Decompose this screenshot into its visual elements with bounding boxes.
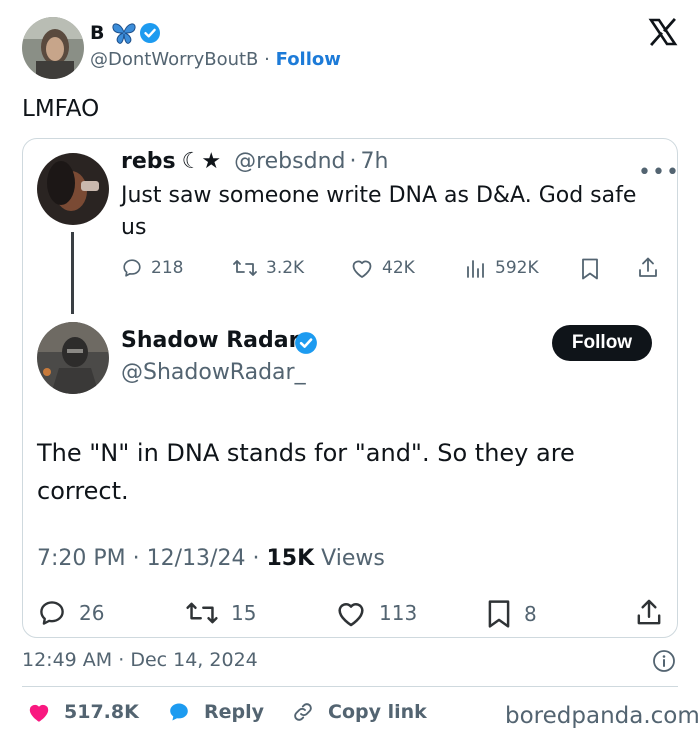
post-author-handle[interactable]: @ShadowRadar_ <box>121 360 306 385</box>
reply-separator: · <box>349 149 357 174</box>
comment-icon <box>123 259 141 277</box>
reply-replies-action[interactable]: 218 <box>121 257 183 279</box>
post-meta-separator: · <box>252 546 260 571</box>
reply-author-handle[interactable]: @rebsdnd <box>234 149 345 174</box>
reply-replies-count: 218 <box>151 258 184 278</box>
copy-link-action[interactable]: Copy link <box>290 700 427 724</box>
reply-label: Reply <box>204 701 265 723</box>
x-logo-icon[interactable] <box>648 17 678 47</box>
post-meta-line: 7:20 PM · 12/13/24 · 15K Views <box>37 546 385 571</box>
post-reposts-count: 15 <box>231 601 257 625</box>
reply-author-name-glyphs: ☾★ <box>181 149 222 174</box>
post-meta-separator: · <box>132 546 140 571</box>
heart-filled-icon <box>29 704 49 722</box>
reply-likes-action[interactable]: 42K <box>350 257 415 279</box>
tweet-date: Dec 14, 2024 <box>130 649 258 671</box>
reply-reposts-action[interactable]: 3.2K <box>232 257 304 279</box>
follow-button[interactable]: Follow <box>552 325 652 361</box>
copy-link-label: Copy link <box>328 701 427 723</box>
reply-share-action[interactable] <box>637 256 667 280</box>
thread-connector-line <box>71 232 74 314</box>
repost-icon <box>233 260 257 276</box>
author-handle[interactable]: @DontWorryBoutB <box>90 49 258 70</box>
reply-author-name[interactable]: rebs <box>121 149 176 174</box>
reply-action[interactable]: Reply <box>166 700 264 724</box>
post-bookmarks-count: 8 <box>524 602 537 626</box>
bookmark-icon <box>582 258 598 280</box>
watermark: boredpanda.com <box>505 703 700 729</box>
heart-icon <box>352 260 372 278</box>
info-icon[interactable] <box>652 649 676 673</box>
post-date[interactable]: 12/13/24 <box>147 546 246 571</box>
tweet-time: 12:49 AM <box>22 649 113 671</box>
heart-icon <box>338 603 364 627</box>
author-handle-line: @DontWorryBoutB · Follow <box>90 49 341 70</box>
post-views-count: 15K <box>266 546 315 571</box>
reply-views-action[interactable]: 592K <box>465 257 539 279</box>
post-views-label: Views <box>321 546 385 571</box>
like-action[interactable]: 517.8K <box>26 700 139 724</box>
tweet-time-separator: · <box>118 649 125 671</box>
divider <box>22 686 678 687</box>
bookmark-icon <box>488 600 510 628</box>
follow-link[interactable]: Follow <box>276 49 341 70</box>
post-text: The "N" in DNA stands for "and". So they… <box>37 439 575 505</box>
reply-bubble-icon <box>170 703 188 721</box>
post-likes-action[interactable]: 113 <box>335 598 417 628</box>
reply-likes-count: 42K <box>382 258 415 278</box>
reply-time[interactable]: 7h <box>360 149 388 174</box>
reply-author-avatar[interactable] <box>37 153 109 225</box>
post-bookmark-action[interactable]: 8 <box>486 598 537 630</box>
share-icon <box>639 257 657 277</box>
tweet-timestamp[interactable]: 12:49 AM · Dec 14, 2024 <box>22 649 258 671</box>
verified-badge-icon <box>294 331 318 355</box>
post-author-name[interactable]: Shadow Radar <box>121 328 299 353</box>
reply-text: Just saw someone write DNA as D&A. God s… <box>121 183 637 240</box>
post-share-action[interactable] <box>635 597 675 629</box>
butterfly-icon <box>110 20 138 46</box>
reply-reposts-count: 3.2K <box>266 258 305 278</box>
post-time[interactable]: 7:20 PM <box>37 546 126 571</box>
post-author-avatar[interactable] <box>37 322 109 394</box>
comment-icon <box>40 601 64 625</box>
author-name[interactable]: B <box>90 22 104 44</box>
post-replies-count: 26 <box>79 601 105 625</box>
repost-icon <box>186 602 218 624</box>
reply-views-count: 592K <box>495 258 539 278</box>
like-count: 517.8K <box>64 701 139 723</box>
reply-author-line: rebs ☾★ @rebsdnd · 7h <box>121 149 388 174</box>
post-replies-action[interactable]: 26 <box>37 598 104 628</box>
author-avatar[interactable] <box>22 17 84 79</box>
reply-bookmark-action[interactable] <box>580 257 608 281</box>
tweet-text: LMFAO <box>22 96 100 122</box>
share-icon <box>637 599 661 625</box>
verified-badge-icon <box>139 22 161 44</box>
handle-separator: · <box>264 49 270 70</box>
post-reposts-action[interactable]: 15 <box>185 598 256 628</box>
views-chart-icon <box>467 260 484 278</box>
post-likes-count: 113 <box>379 601 418 625</box>
link-icon <box>294 703 312 721</box>
